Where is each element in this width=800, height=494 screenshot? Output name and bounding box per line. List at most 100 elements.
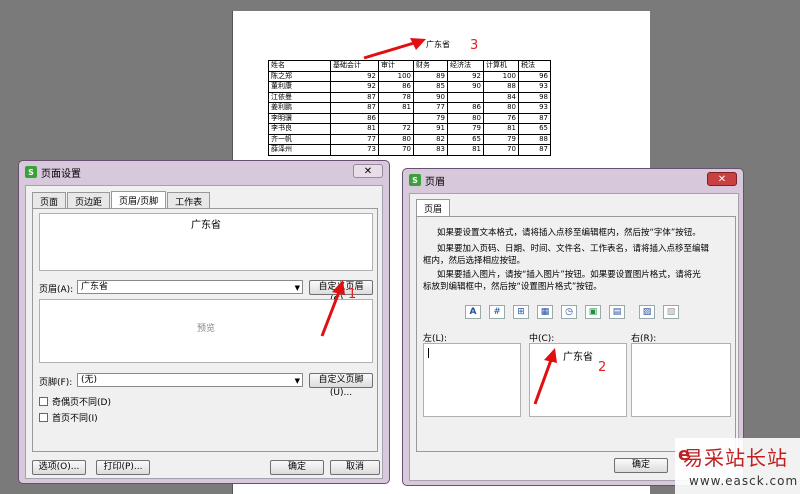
table-row: 董利康 92 86 85 90 88 93	[268, 81, 551, 93]
table-row: 姜利鹏 87 81 77 86 80 93	[268, 102, 551, 114]
table-cell: 65	[518, 123, 551, 135]
insert-picture-icon[interactable]: ▨	[639, 305, 655, 319]
table-cell: 93	[518, 81, 551, 93]
options-button[interactable]: 选项(O)...	[32, 460, 86, 475]
format-picture-icon[interactable]: ▧	[663, 305, 679, 319]
footer-label: 页脚(F):	[39, 378, 73, 388]
table-cell: 76	[483, 112, 519, 124]
spreadsheet-table: 姓名 基础会计 审计 财务 经济法 计算机 税法 陈之郑 92 100 89 92 100 96 董利康 92…	[268, 60, 551, 156]
page-setup-title: 页面设置	[41, 168, 81, 180]
table-cell: 82	[413, 133, 448, 145]
font-icon[interactable]: A	[465, 305, 481, 319]
table-cell: 79	[447, 123, 484, 135]
table-cell: 80	[483, 102, 519, 114]
checkbox-box[interactable]	[39, 397, 48, 406]
sheet-name-icon[interactable]: ▤	[609, 305, 625, 319]
table-cell: 88	[483, 81, 519, 93]
checkbox-box[interactable]	[39, 413, 48, 422]
table-cell: 92	[330, 81, 379, 93]
table-cell: 92	[447, 70, 484, 82]
table-cell: 88	[518, 133, 551, 145]
footer-select[interactable]: (无) ▼	[77, 373, 303, 387]
table-row: 李明骥 86 79 80 76 87	[268, 112, 551, 124]
table-cell	[447, 91, 484, 103]
header-preview-text: 广东省	[191, 220, 221, 231]
header-select[interactable]: 广东省 ▼	[77, 280, 303, 294]
odd-even-checkbox[interactable]: 奇偶页不同(D)	[39, 395, 111, 408]
first-page-checkbox[interactable]: 首页不同(I)	[39, 411, 98, 424]
annotation-3: 3	[470, 38, 479, 53]
header-ok-button[interactable]: 确定	[614, 458, 668, 473]
table-cell: 薛泽州	[268, 144, 331, 156]
table-cell: 81	[483, 123, 519, 135]
table-cell: 100	[378, 70, 414, 82]
table-cell: 审计	[378, 60, 414, 72]
table-cell: 65	[447, 133, 484, 145]
page-setup-titlebar[interactable]: S 页面设置 ✕	[19, 161, 389, 183]
annotation-2: 2	[598, 360, 607, 375]
wps-app-icon: S	[409, 174, 421, 186]
annotation-arrow-2	[533, 348, 557, 405]
table-cell: 81	[330, 123, 379, 135]
table-cell: 财务	[413, 60, 448, 72]
table-cell: 江依曼	[268, 91, 331, 103]
file-path-icon[interactable]: ▣	[585, 305, 601, 319]
chevron-down-icon: ▼	[294, 284, 300, 292]
table-cell: 87	[330, 91, 379, 103]
annotation-arrow-3	[363, 38, 426, 60]
table-cell: 陈之郑	[268, 70, 331, 82]
custom-footer-button[interactable]: 自定义页脚(U)...	[309, 373, 373, 398]
table-cell: 73	[330, 144, 379, 156]
table-cell: 86	[330, 112, 379, 124]
page-number-icon[interactable]: #	[489, 305, 505, 319]
table-cell: 70	[378, 144, 414, 156]
header-label: 页眉(A):	[39, 285, 74, 295]
text-cursor	[428, 348, 429, 358]
site-watermark: e 易采站长站 www.easck.com	[675, 438, 800, 494]
table-cell: 姜利鹏	[268, 102, 331, 114]
left-section-input[interactable]	[423, 343, 521, 417]
table-cell: 79	[413, 112, 448, 124]
annotation-arrow-1	[320, 280, 345, 337]
right-section-input[interactable]	[631, 343, 731, 417]
table-cell: 70	[483, 144, 519, 156]
total-pages-icon[interactable]: ⊞	[513, 305, 529, 319]
wps-app-icon: S	[25, 166, 37, 178]
table-cell: 96	[518, 70, 551, 82]
table-row: 齐一帆 77 80 82 65 79 88	[268, 133, 551, 145]
ok-button[interactable]: 确定	[270, 460, 324, 475]
table-cell: 98	[518, 91, 551, 103]
header-preview-box: 广东省	[39, 213, 373, 271]
table-cell: 87	[330, 102, 379, 114]
close-icon[interactable]: ✕	[353, 164, 383, 178]
table-cell: 80	[447, 112, 484, 124]
close-icon[interactable]: ✕	[707, 172, 737, 186]
time-icon[interactable]: ◷	[561, 305, 577, 319]
table-cell: 计算机	[483, 60, 519, 72]
date-icon[interactable]: ▦	[537, 305, 553, 319]
table-cell: 84	[483, 91, 519, 103]
table-cell: 齐一帆	[268, 133, 331, 145]
table-cell: 77	[330, 133, 379, 145]
table-header-row: 姓名 基础会计 审计 财务 经济法 计算机 税法	[268, 60, 551, 72]
table-row: 陈之郑 92 100 89 92 100 96	[268, 70, 551, 82]
table-cell: 基础会计	[330, 60, 379, 72]
table-cell: 90	[447, 81, 484, 93]
table-cell: 77	[413, 102, 448, 114]
table-cell: 87	[518, 112, 551, 124]
header-dialog-titlebar[interactable]: S 页眉 ✕	[403, 169, 743, 191]
table-cell: 92	[330, 70, 379, 82]
cancel-button[interactable]: 取消	[330, 460, 380, 475]
print-button[interactable]: 打印(P)...	[96, 460, 150, 475]
table-cell: 83	[413, 144, 448, 156]
header-dialog-title: 页眉	[425, 176, 445, 188]
table-row: 李书良 81 72 91 79 81 65	[268, 123, 551, 135]
table-cell: 91	[413, 123, 448, 135]
table-cell: 89	[413, 70, 448, 82]
table-cell	[378, 112, 414, 124]
table-cell: 85	[413, 81, 448, 93]
instruction-picture-1: 如果要插入图片，请按“插入图片”按钮。如果要设置图片格式，请将光	[437, 270, 701, 280]
table-cell: 李明骥	[268, 112, 331, 124]
table-cell: 经济法	[447, 60, 484, 72]
watermark-name: 易采站长站	[683, 446, 788, 470]
